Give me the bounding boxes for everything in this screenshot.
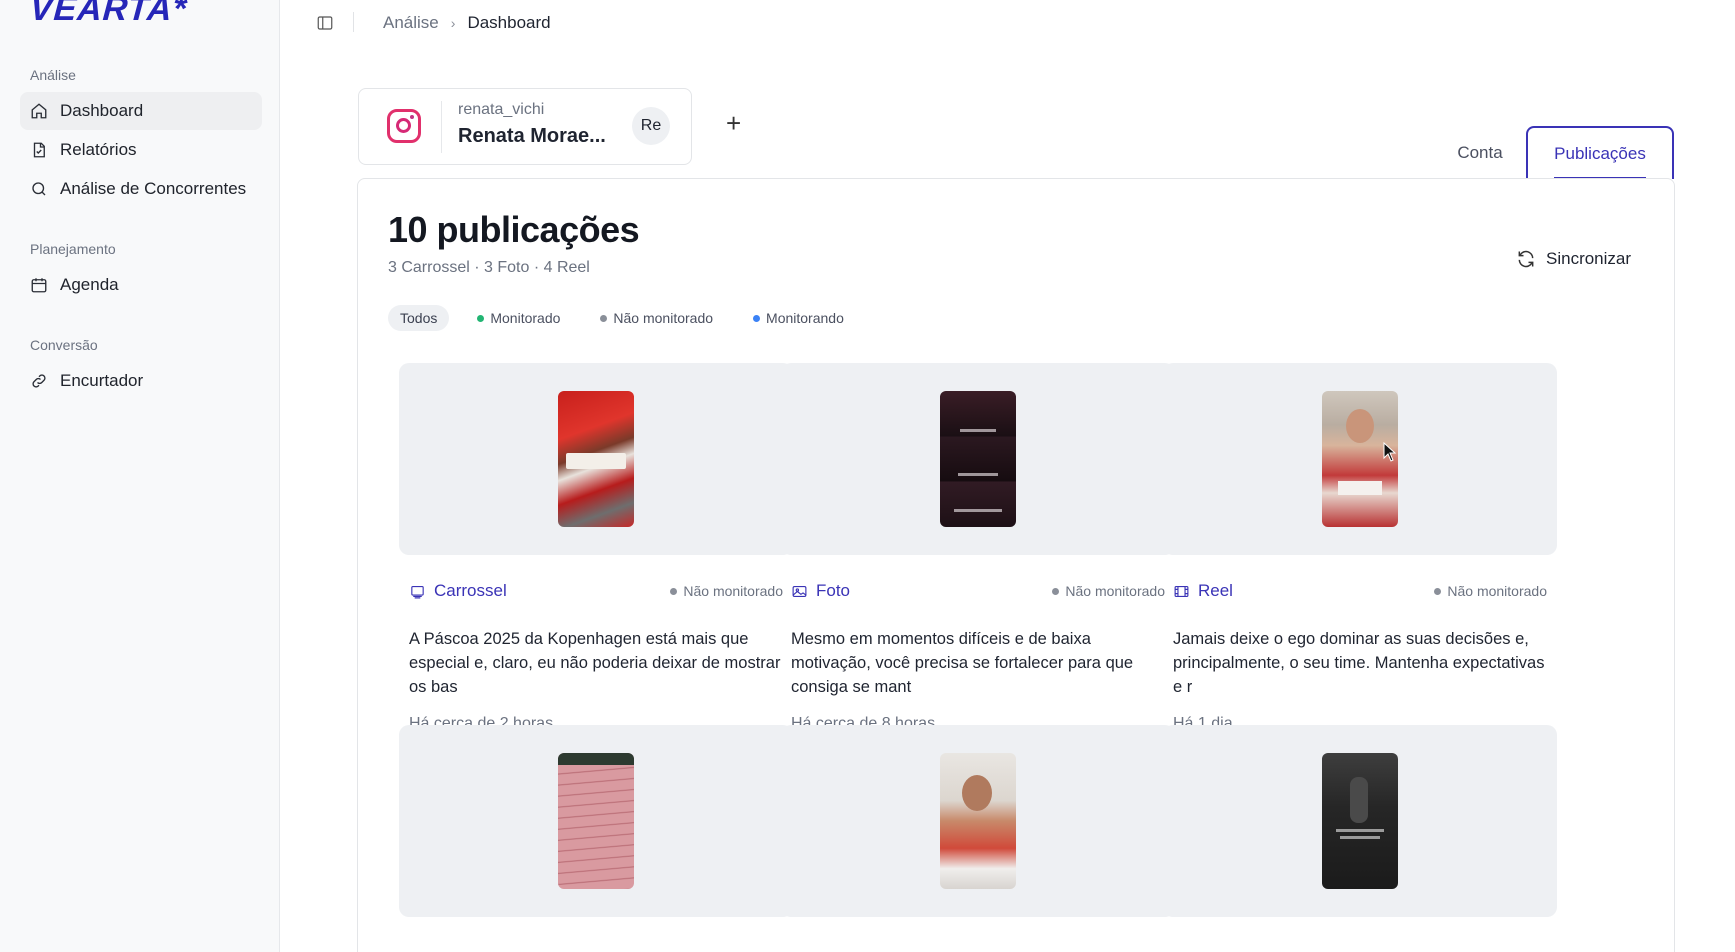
status-dot (477, 314, 485, 322)
post-thumbnail (558, 753, 634, 889)
status-dot (1052, 587, 1060, 595)
filter-todos[interactable]: Todos (388, 305, 450, 331)
status-badge: Não monitorado (1434, 583, 1547, 599)
status-label: Não monitorado (683, 583, 783, 599)
sidebar-item-agenda[interactable]: Agenda (20, 266, 262, 304)
post-thumbnail-area[interactable] (399, 363, 793, 555)
link-icon (32, 374, 46, 388)
post-thumbnail-area[interactable] (399, 725, 793, 917)
sidebar-item-label: Dashboard (60, 101, 144, 120)
calendar-icon (31, 278, 47, 293)
status-badge: Não monitorado (670, 583, 783, 599)
status-label: Não monitorado (1065, 583, 1165, 599)
post-type: Carrossel (409, 581, 507, 601)
chevron-right-icon: › (450, 15, 456, 31)
filter-label: Monitorando (766, 310, 844, 326)
report-file-icon (33, 142, 45, 158)
post-meta: Reel Não monitorado (1173, 581, 1547, 601)
image-icon (792, 585, 807, 597)
sidebar-toggle-icon (317, 16, 333, 30)
post-caption: Mesmo em momentos difíceis e de baixa mo… (791, 630, 1134, 696)
app-root: VEARTA* Análise Dashboard Relatórios Aná… (0, 0, 1735, 952)
sidebar-item-encurtador[interactable]: Encurtador (20, 362, 262, 400)
post-type: Reel (1173, 581, 1233, 601)
breadcrumb: Análise › Dashboard (383, 13, 551, 33)
breadcrumb-analise[interactable]: Análise (383, 13, 439, 33)
sidebar-item-analise-concorrentes[interactable]: Análise de Concorrentes (20, 170, 262, 208)
post-type-label: Carrossel (434, 581, 507, 600)
status-filters: Todos Monitorado Não monitorado Monitora… (388, 305, 856, 331)
post-type-label: Foto (816, 581, 851, 600)
page-subtitle: 3 Carrossel · 3 Foto · 4 Reel (388, 259, 590, 276)
sidebar-toggle-button[interactable] (316, 14, 334, 32)
post-caption: A Páscoa 2025 da Kopenhagen está mais qu… (409, 630, 781, 696)
refresh-icon (1518, 250, 1534, 268)
post-thumbnail (558, 391, 634, 527)
section-label-conversao: Conversão (30, 337, 98, 353)
post-type-label: Reel (1198, 581, 1233, 600)
sync-label: Sincronizar (1546, 249, 1632, 268)
tab-publicacoes[interactable]: Publicações (1526, 126, 1674, 179)
section-label-analise: Análise (30, 67, 76, 83)
status-dot (600, 314, 608, 322)
sidebar-item-label: Relatórios (60, 140, 137, 159)
filter-monitorando[interactable]: Monitorando (741, 305, 856, 331)
page-title: 10 publicações (388, 209, 640, 250)
post-thumbnail (940, 391, 1016, 527)
sidebar-item-dashboard[interactable]: Dashboard (20, 92, 262, 130)
home-icon (31, 103, 47, 119)
sidebar-item-relatorios[interactable]: Relatórios (20, 131, 262, 169)
filter-label: Monitorado (490, 310, 561, 326)
filter-label: Não monitorado (613, 310, 714, 326)
section-label-planejamento: Planejamento (30, 241, 116, 257)
status-label: Não monitorado (1447, 583, 1547, 599)
account-name: Renata Morae... (458, 125, 606, 147)
app-logo[interactable]: VEARTA* (29, 0, 189, 29)
status-dot (670, 587, 678, 595)
status-dot (1434, 587, 1442, 595)
search-icon (32, 182, 46, 196)
sidebar-item-label: Análise de Concorrentes (60, 179, 247, 198)
post-meta: Foto Não monitorado (791, 581, 1165, 601)
post-thumbnail-area[interactable] (1163, 725, 1557, 917)
instagram-icon (387, 109, 421, 143)
post-thumbnail-area[interactable] (1163, 363, 1557, 555)
post-meta: Carrossel Não monitorado (409, 581, 783, 601)
publications-panel: 10 publicações 3 Carrossel · 3 Foto · 4 … (357, 178, 1675, 952)
post-thumbnail-area[interactable] (781, 363, 1175, 555)
topbar-divider (353, 12, 354, 32)
status-dot (753, 314, 761, 322)
status-badge: Não monitorado (1052, 583, 1165, 599)
post-thumbnail (940, 753, 1016, 889)
card-divider (441, 101, 442, 153)
avatar: Re (632, 107, 670, 145)
sync-button[interactable]: Sincronizar (1516, 249, 1631, 269)
filter-monitorado[interactable]: Monitorado (465, 305, 572, 331)
film-icon (1174, 585, 1189, 597)
post-caption: Jamais deixe o ego dominar as suas decis… (1173, 630, 1545, 696)
account-username: renata_vichi (458, 101, 545, 118)
filter-nao-monitorado[interactable]: Não monitorado (588, 305, 725, 331)
tab-conta[interactable]: Conta (1430, 126, 1530, 179)
add-account-button[interactable]: + (726, 110, 741, 136)
breadcrumb-dashboard: Dashboard (467, 13, 551, 32)
sidebar: VEARTA* Análise Dashboard Relatórios Aná… (0, 0, 280, 952)
post-thumbnail-area[interactable] (781, 725, 1175, 917)
account-selector[interactable]: renata_vichi Renata Morae... Re (358, 88, 692, 165)
sidebar-item-label: Agenda (60, 275, 119, 294)
carousel-icon (411, 585, 424, 598)
mouse-cursor-icon (1383, 442, 1397, 462)
filter-label: Todos (400, 310, 438, 326)
sidebar-item-label: Encurtador (60, 371, 144, 390)
post-thumbnail (1322, 753, 1398, 889)
post-type: Foto (791, 581, 850, 601)
